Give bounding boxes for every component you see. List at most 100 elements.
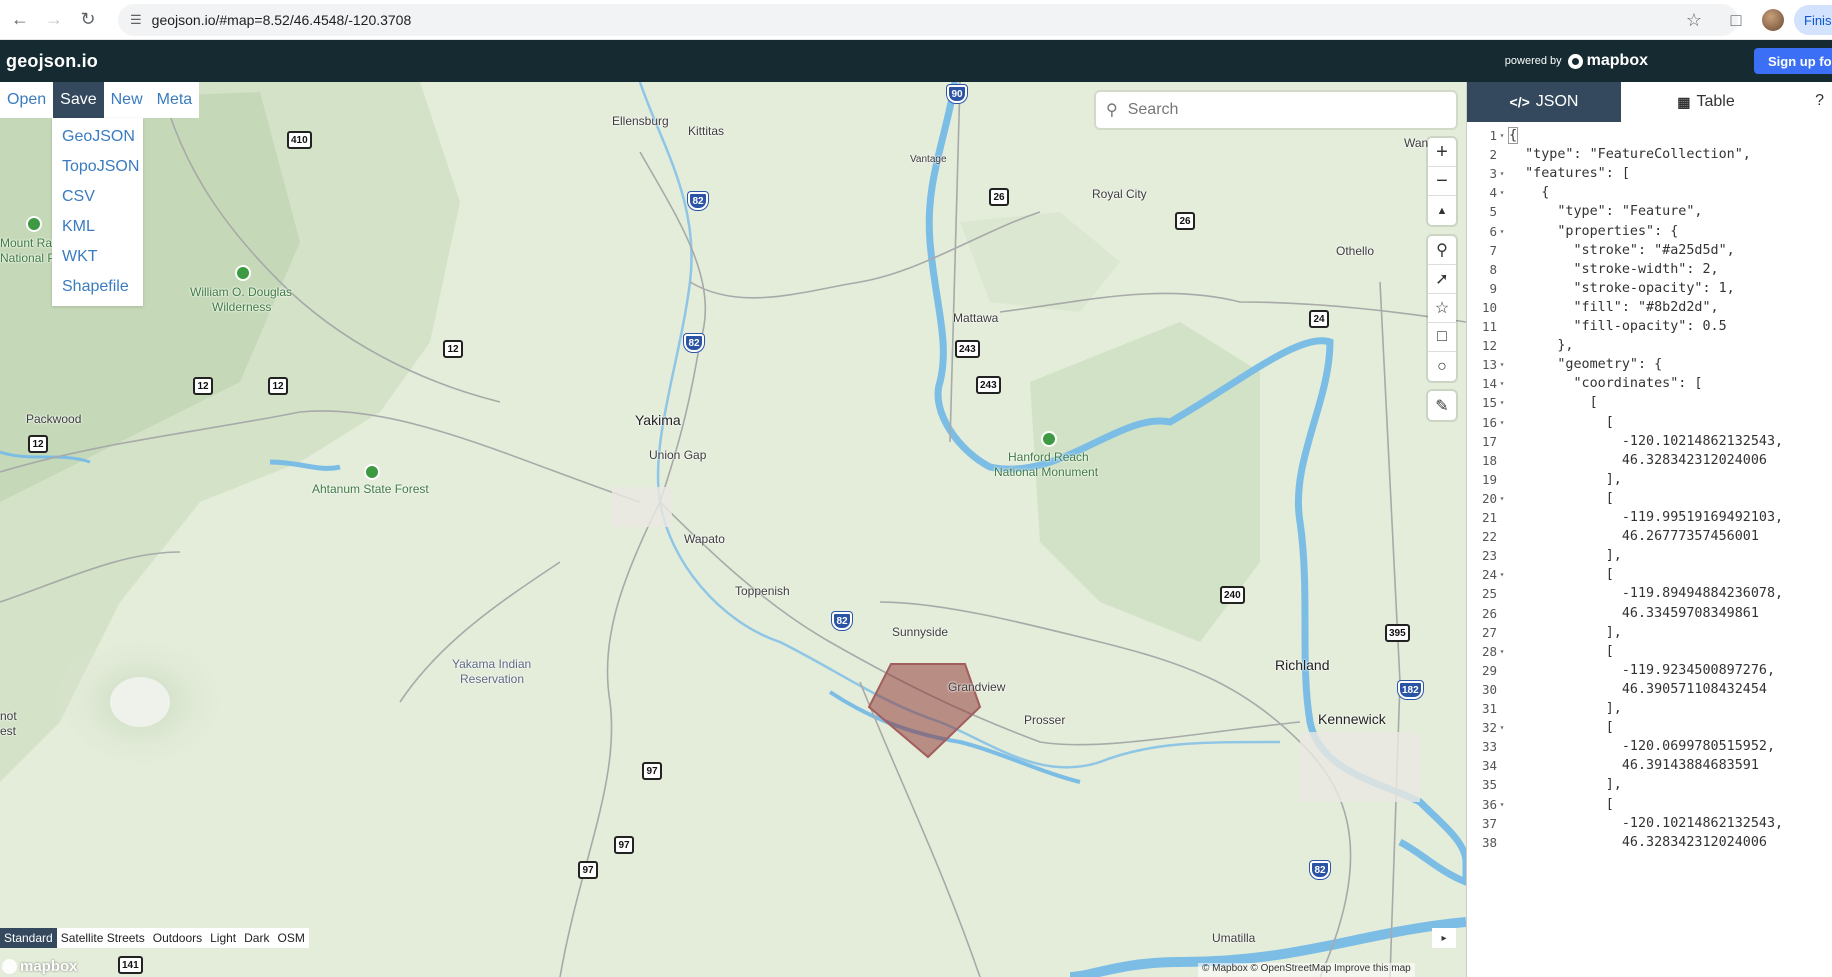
park-pin-icon[interactable] <box>364 464 380 480</box>
code-line[interactable]: 2 "type": "FeatureCollection", <box>1467 145 1832 164</box>
code-line[interactable]: 5 "type": "Feature", <box>1467 202 1832 221</box>
code-line[interactable]: 25 -119.89494884236078, <box>1467 584 1832 603</box>
fold-arrow-icon[interactable]: ▾ <box>1497 398 1507 407</box>
code-line[interactable]: 16 ▾ [ <box>1467 413 1832 432</box>
help-button[interactable]: ? <box>1815 92 1824 110</box>
code-line[interactable]: 31 ], <box>1467 699 1832 718</box>
style-dark[interactable]: Dark <box>240 928 273 948</box>
code-line[interactable]: 7 "stroke": "#a25d5d", <box>1467 241 1832 260</box>
draw-line-icon[interactable]: ➚ <box>1428 265 1456 294</box>
code-line[interactable]: 1 ▾{ <box>1467 126 1832 145</box>
save-option-wkt[interactable]: WKT <box>52 242 143 272</box>
style-outdoors[interactable]: Outdoors <box>149 928 206 948</box>
draw-circle-icon[interactable]: ○ <box>1428 352 1456 381</box>
extensions-icon[interactable]: □ <box>1720 4 1752 36</box>
code-line[interactable]: 10 "fill": "#8b2d2d", <box>1467 298 1832 317</box>
save-option-geojson[interactable]: GeoJSON <box>52 122 143 152</box>
code-line[interactable]: 38 46.328342312024006 <box>1467 833 1832 852</box>
code-line[interactable]: 33 -120.0699780515952, <box>1467 737 1832 756</box>
code-line[interactable]: 30 46.390571108432454 <box>1467 680 1832 699</box>
menu-open[interactable]: Open <box>0 82 53 118</box>
map-canvas[interactable]: Ellensburg Kittitas Vantage Royal City O… <box>0 82 1466 977</box>
save-option-topojson[interactable]: TopoJSON <box>52 152 143 182</box>
fold-arrow-icon[interactable]: ▾ <box>1497 418 1507 427</box>
code-line[interactable]: 3 ▾ "features": [ <box>1467 164 1832 183</box>
fold-arrow-icon[interactable]: ▾ <box>1497 494 1507 503</box>
zoom-in-icon[interactable]: + <box>1428 138 1456 167</box>
code-line[interactable]: 21 -119.99519169492103, <box>1467 508 1832 527</box>
fold-arrow-icon[interactable]: ▾ <box>1497 379 1507 388</box>
code-line[interactable]: 18 46.328342312024006 <box>1467 451 1832 470</box>
map-attribution[interactable]: © Mapbox © OpenStreetMap Improve this ma… <box>1198 963 1415 977</box>
code-line[interactable]: 23 ], <box>1467 546 1832 565</box>
app-logo[interactable]: geojson.io <box>6 51 98 72</box>
mapbox-watermark[interactable]: mapbox <box>2 958 78 975</box>
code-line[interactable]: 26 46.33459708349861 <box>1467 604 1832 623</box>
code-line[interactable]: 22 46.26777357456001 <box>1467 527 1832 546</box>
code-line[interactable]: 4 ▾ { <box>1467 183 1832 202</box>
reload-icon[interactable]: ↻ <box>74 6 102 34</box>
edit-features-icon[interactable]: ✎ <box>1428 391 1456 420</box>
save-option-kml[interactable]: KML <box>52 212 143 242</box>
code-line[interactable]: 36 ▾ [ <box>1467 795 1832 814</box>
code-line[interactable]: 14 ▾ "coordinates": [ <box>1467 374 1832 393</box>
menu-save[interactable]: Save <box>53 82 104 118</box>
forward-icon[interactable]: → <box>40 6 68 34</box>
address-bar[interactable]: ☰ geojson.io/#map=8.52/46.4548/-120.3708 <box>118 4 1738 36</box>
code-line[interactable]: 28 ▾ [ <box>1467 642 1832 661</box>
finish-button[interactable]: Finis <box>1794 5 1832 35</box>
site-info-icon[interactable]: ☰ <box>130 12 142 28</box>
profile-avatar[interactable] <box>1762 9 1784 31</box>
code-line[interactable]: 19 ], <box>1467 470 1832 489</box>
code-line[interactable]: 32 ▾ [ <box>1467 718 1832 737</box>
code-line[interactable]: 13 ▾ "geometry": { <box>1467 355 1832 374</box>
powered-by-mapbox[interactable]: powered by mapbox <box>1505 52 1648 70</box>
code-line[interactable]: 24 ▾ [ <box>1467 565 1832 584</box>
signup-button[interactable]: Sign up for <box>1754 48 1832 74</box>
collapse-panel-icon[interactable]: ▸ <box>1432 928 1456 948</box>
park-pin-icon[interactable] <box>235 265 251 281</box>
draw-marker-icon[interactable]: ⚲ <box>1428 236 1456 265</box>
save-option-shapefile[interactable]: Shapefile <box>52 272 143 302</box>
bookmark-star-icon[interactable]: ☆ <box>1678 4 1710 36</box>
code-line[interactable]: 29 -119.9234500897276, <box>1467 661 1832 680</box>
tab-json[interactable]: </> JSON <box>1467 82 1621 122</box>
menu-new[interactable]: New <box>104 82 150 118</box>
search-input[interactable] <box>1127 101 1428 119</box>
code-line[interactable]: 35 ], <box>1467 775 1832 794</box>
fold-arrow-icon[interactable]: ▾ <box>1497 131 1507 140</box>
code-line[interactable]: 9 "stroke-opacity": 1, <box>1467 279 1832 298</box>
fold-arrow-icon[interactable]: ▾ <box>1497 723 1507 732</box>
code-line[interactable]: 15 ▾ [ <box>1467 393 1832 412</box>
code-line[interactable]: 17 -120.10214862132543, <box>1467 432 1832 451</box>
code-line[interactable]: 20 ▾ [ <box>1467 489 1832 508</box>
menu-meta[interactable]: Meta <box>150 82 200 118</box>
park-pin-icon[interactable] <box>26 216 42 232</box>
draw-rectangle-icon[interactable]: □ <box>1428 323 1456 352</box>
zoom-out-icon[interactable]: − <box>1428 167 1456 196</box>
fold-arrow-icon[interactable]: ▾ <box>1497 800 1507 809</box>
fold-arrow-icon[interactable]: ▾ <box>1497 169 1507 178</box>
code-line[interactable]: 27 ], <box>1467 623 1832 642</box>
compass-icon[interactable]: ▲ <box>1428 196 1456 225</box>
fold-arrow-icon[interactable]: ▾ <box>1497 570 1507 579</box>
code-line[interactable]: 12 }, <box>1467 336 1832 355</box>
code-line[interactable]: 6 ▾ "properties": { <box>1467 222 1832 241</box>
tab-table[interactable]: ▦ Table <box>1621 82 1791 122</box>
back-icon[interactable]: ← <box>6 6 34 34</box>
json-code-editor[interactable]: 1 ▾{2 "type": "FeatureCollection", 3 ▾ "fea… <box>1467 122 1832 977</box>
draw-polygon-icon[interactable]: ☆ <box>1428 294 1456 323</box>
style-satellite-streets[interactable]: Satellite Streets <box>57 928 149 948</box>
park-pin-icon[interactable] <box>1041 431 1057 447</box>
style-standard[interactable]: Standard <box>0 928 57 948</box>
fold-arrow-icon[interactable]: ▾ <box>1497 188 1507 197</box>
fold-arrow-icon[interactable]: ▾ <box>1497 647 1507 656</box>
style-osm[interactable]: OSM <box>273 928 308 948</box>
fold-arrow-icon[interactable]: ▾ <box>1497 360 1507 369</box>
code-line[interactable]: 8 "stroke-width": 2, <box>1467 260 1832 279</box>
code-line[interactable]: 34 46.39143884683591 <box>1467 756 1832 775</box>
code-line[interactable]: 37 -120.10214862132543, <box>1467 814 1832 833</box>
save-option-csv[interactable]: CSV <box>52 182 143 212</box>
code-line[interactable]: 11 "fill-opacity": 0.5 <box>1467 317 1832 336</box>
style-light[interactable]: Light <box>206 928 240 948</box>
